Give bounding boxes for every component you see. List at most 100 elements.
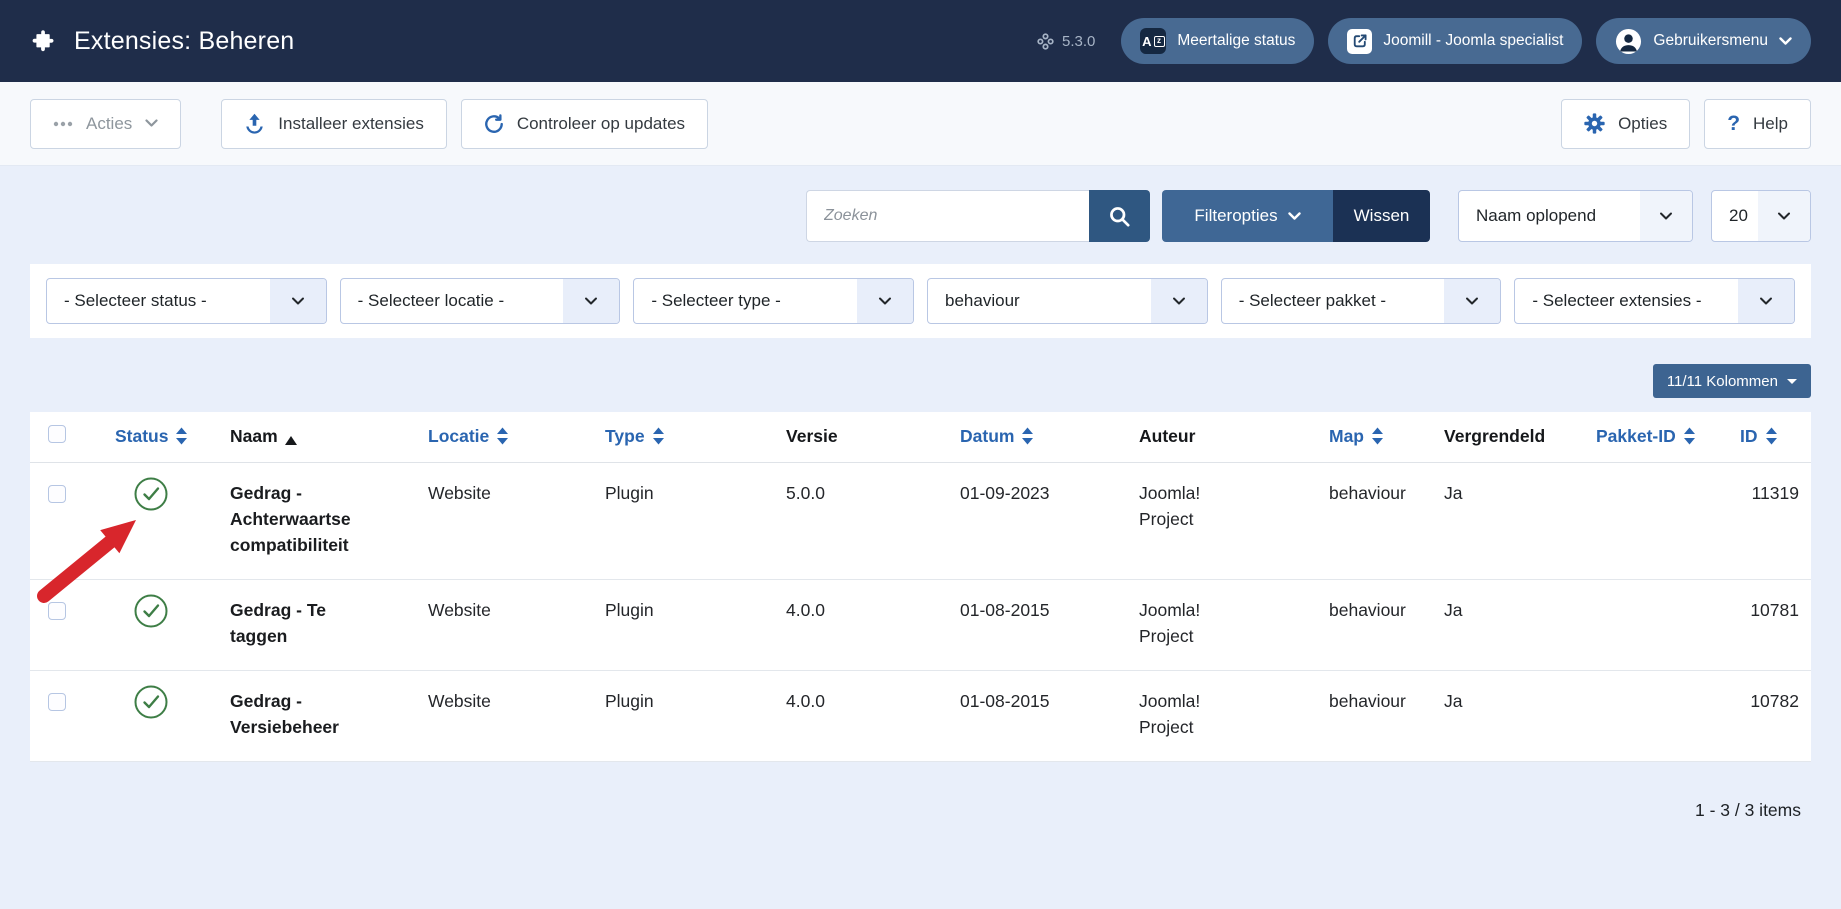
column-header-type[interactable]: Type [605, 412, 786, 462]
chevron-down-icon [1758, 191, 1810, 241]
cell-versie: 4.0.0 [786, 579, 960, 670]
topbar: Extensies: Beheren 5.3.0 Az Meertalige s… [0, 0, 1841, 82]
chevron-down-icon [1779, 37, 1792, 46]
cell-datum: 01-08-2015 [960, 670, 1139, 761]
cell-naam: Gedrag - Achterwaartse compatibiliteit [230, 462, 428, 579]
select-all-header [30, 412, 115, 462]
user-menu-button[interactable]: Gebruikersmenu [1596, 18, 1811, 64]
gear-icon [1584, 113, 1605, 134]
cell-versie: 5.0.0 [786, 462, 960, 579]
filter-select-3[interactable]: behaviour [927, 278, 1208, 324]
column-header-datum[interactable]: Datum [960, 412, 1139, 462]
cell-locatie: Website [428, 579, 605, 670]
filter-select-4[interactable]: - Selecteer pakket - [1221, 278, 1502, 324]
select-all-checkbox[interactable] [48, 425, 66, 443]
status-enabled-icon[interactable] [133, 476, 169, 512]
refresh-icon [484, 114, 504, 134]
page-title: Extensies: Beheren [74, 27, 294, 56]
puzzle-icon [30, 27, 58, 55]
table-row: Gedrag - VersiebeheerWebsitePlugin4.0.00… [30, 670, 1811, 761]
cell-vergrendeld: Ja [1444, 670, 1596, 761]
user-icon [1615, 28, 1642, 55]
main-content: Filteropties Wissen Naam oplopend 20 - S… [0, 166, 1841, 821]
check-updates-button[interactable]: Controleer op updates [461, 99, 708, 149]
caret-down-icon [1787, 379, 1797, 384]
cell-naam: Gedrag - Te taggen [230, 579, 428, 670]
cell-checkbox [30, 670, 115, 761]
row-checkbox[interactable] [48, 602, 66, 620]
filter-select-5[interactable]: - Selecteer extensies - [1514, 278, 1795, 324]
cell-type: Plugin [605, 579, 786, 670]
clear-filters-button[interactable]: Wissen [1333, 190, 1430, 242]
cell-type: Plugin [605, 670, 786, 761]
translate-icon: Az [1140, 28, 1166, 54]
extensions-table: StatusNaamLocatieTypeVersieDatumAuteurMa… [30, 412, 1811, 762]
search-group [806, 190, 1150, 242]
cell-checkbox [30, 462, 115, 579]
table-row: Gedrag - Achterwaartse compatibiliteitWe… [30, 462, 1811, 579]
upload-icon [244, 113, 265, 134]
column-header-map[interactable]: Map [1329, 412, 1444, 462]
joomla-logo-icon [1037, 33, 1054, 50]
cell-id: 11319 [1740, 462, 1811, 579]
chevron-down-icon [1738, 279, 1794, 323]
column-header-versie: Versie [786, 412, 960, 462]
cell-type: Plugin [605, 462, 786, 579]
options-button[interactable]: Opties [1561, 99, 1690, 149]
filter-select-1[interactable]: - Selecteer locatie - [340, 278, 621, 324]
chevron-down-icon [1151, 279, 1207, 323]
cell-locatie: Website [428, 462, 605, 579]
help-button[interactable]: ? Help [1704, 99, 1811, 149]
joomill-link-button[interactable]: Joomill - Joomla specialist [1328, 18, 1582, 64]
cell-datum: 01-09-2023 [960, 462, 1139, 579]
row-checkbox[interactable] [48, 485, 66, 503]
filter-select-2[interactable]: - Selecteer type - [633, 278, 914, 324]
search-button[interactable] [1089, 190, 1150, 242]
cell-id: 10781 [1740, 579, 1811, 670]
columns-row: 11/11 Kolommen [30, 364, 1811, 398]
cell-locatie: Website [428, 670, 605, 761]
cell-map: behaviour [1329, 670, 1444, 761]
cell-pakket-id [1596, 670, 1740, 761]
cell-datum: 01-08-2015 [960, 579, 1139, 670]
column-header-locatie[interactable]: Locatie [428, 412, 605, 462]
multilingual-status-button[interactable]: Az Meertalige status [1121, 18, 1314, 64]
cell-status [115, 670, 230, 761]
column-header-auteur: Auteur [1139, 412, 1329, 462]
table-header-row: StatusNaamLocatieTypeVersieDatumAuteurMa… [30, 412, 1811, 462]
search-icon [1108, 205, 1131, 228]
filter-toggle-group: Filteropties Wissen [1162, 190, 1430, 242]
table-row: Gedrag - Te taggenWebsitePlugin4.0.001-0… [30, 579, 1811, 670]
install-extensions-button[interactable]: Installeer extensies [221, 99, 447, 149]
search-input[interactable] [806, 190, 1089, 242]
cell-pakket-id [1596, 462, 1740, 579]
topbar-right: 5.3.0 Az Meertalige status Joomill - Joo… [1037, 18, 1811, 64]
chevron-down-icon [270, 279, 326, 323]
chevron-down-icon [563, 279, 619, 323]
columns-button[interactable]: 11/11 Kolommen [1653, 364, 1811, 398]
cell-auteur: Joomla! Project [1139, 462, 1329, 579]
toolbar-right: Opties ? Help [1561, 99, 1811, 149]
column-header-pakket-id[interactable]: Pakket-ID [1596, 412, 1740, 462]
filter-select-0[interactable]: - Selecteer status - [46, 278, 327, 324]
cell-vergrendeld: Ja [1444, 462, 1596, 579]
page-size-select[interactable]: 20 [1711, 190, 1811, 242]
sort-select[interactable]: Naam oplopend [1458, 190, 1693, 242]
status-enabled-icon[interactable] [133, 593, 169, 629]
cell-pakket-id [1596, 579, 1740, 670]
chevron-down-icon [857, 279, 913, 323]
status-enabled-icon[interactable] [133, 684, 169, 720]
cell-map: behaviour [1329, 462, 1444, 579]
search-row: Filteropties Wissen Naam oplopend 20 [30, 190, 1811, 242]
ellipsis-icon [53, 121, 73, 127]
filter-options-button[interactable]: Filteropties [1162, 190, 1333, 242]
row-checkbox[interactable] [48, 693, 66, 711]
column-header-id[interactable]: ID [1740, 412, 1811, 462]
column-header-naam[interactable]: Naam [230, 412, 428, 462]
chevron-down-icon [1288, 212, 1301, 221]
external-link-icon [1347, 29, 1372, 54]
filter-band: - Selecteer status - - Selecteer locatie… [30, 264, 1811, 338]
chevron-down-icon [1444, 279, 1500, 323]
actions-button[interactable]: Acties [30, 99, 181, 149]
column-header-status[interactable]: Status [115, 412, 230, 462]
